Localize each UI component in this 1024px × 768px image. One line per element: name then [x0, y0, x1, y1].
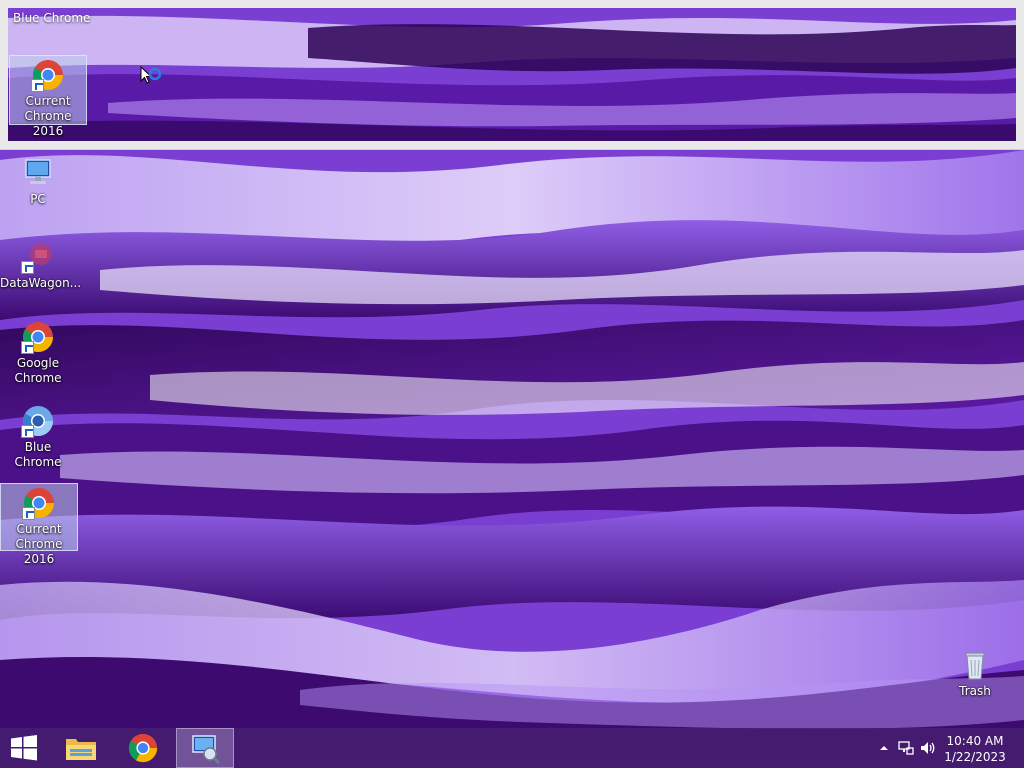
recycle-bin-icon [958, 648, 992, 682]
desktop-icon-blue-chrome[interactable]: Blue Chrome [0, 404, 76, 470]
volume-icon[interactable] [920, 740, 936, 756]
clock-date: 1/22/2023 [944, 750, 1006, 764]
desktop-icon-google-chrome[interactable]: Google Chrome [0, 320, 76, 386]
start-icon [11, 735, 37, 761]
shortcut-arrow-icon [22, 507, 35, 520]
computer-icon [21, 156, 55, 190]
shortcut-arrow-icon [21, 261, 34, 274]
network-icon[interactable] [898, 740, 914, 756]
show-hidden-icons-chevron[interactable] [876, 740, 892, 756]
desktop-icon-datawagon[interactable]: DataWagon... [0, 240, 81, 291]
taskbar-clock[interactable]: 10:40 AM 1/22/2023 [940, 733, 1010, 765]
desktop-icon-trash[interactable]: Trash [937, 648, 1013, 699]
thumbnail-title: Blue Chrome [13, 11, 91, 25]
shortcut-arrow-icon [21, 425, 34, 438]
taskbar-remote-desktop[interactable] [176, 728, 234, 768]
remote-desktop-icon [192, 735, 221, 764]
chrome-icon [128, 733, 158, 763]
desktop-icon-label: Blue Chrome [14, 440, 62, 469]
taskbar: 10:40 AM 1/22/2023 [0, 728, 1024, 768]
blue-chrome-icon [21, 404, 55, 438]
desktop-icon-label: PC [30, 192, 46, 206]
taskbar-file-explorer[interactable] [52, 728, 110, 768]
datawagon-icon [21, 240, 55, 274]
chrome-icon [21, 320, 55, 354]
shortcut-arrow-icon [31, 79, 44, 92]
desktop-icon-label: Trash [959, 684, 991, 698]
busy-cursor-icon [140, 66, 162, 84]
desktop-icon-pc[interactable]: PC [0, 156, 76, 207]
chrome-icon [31, 58, 65, 92]
thumbnail-desktop-preview[interactable]: Current Chrome 2016 [8, 8, 1016, 141]
taskbar-thumbnail-preview[interactable]: Current Chrome 2016 Blue Chrome [0, 0, 1024, 150]
system-tray: 10:40 AM 1/22/2023 [864, 728, 1024, 768]
clock-time: 10:40 AM [946, 734, 1004, 748]
taskbar-chrome[interactable] [114, 728, 172, 768]
shortcut-arrow-icon [21, 341, 34, 354]
desktop-icon-label: DataWagon... [0, 276, 82, 290]
thumbnail-icon-current-chrome-2016[interactable]: Current Chrome 2016 [9, 55, 87, 138]
desktop-icon-current-chrome-2016[interactable]: Current Chrome 2016 [0, 483, 78, 566]
desktop-icon-label: Current Chrome 2016 [15, 522, 63, 566]
thumbnail-icon-label: Current Chrome 2016 [24, 94, 72, 138]
chrome-icon [22, 486, 56, 520]
desktop-icon-label: Google Chrome [14, 356, 62, 385]
start-button[interactable] [0, 728, 48, 768]
file-explorer-icon [66, 739, 96, 760]
